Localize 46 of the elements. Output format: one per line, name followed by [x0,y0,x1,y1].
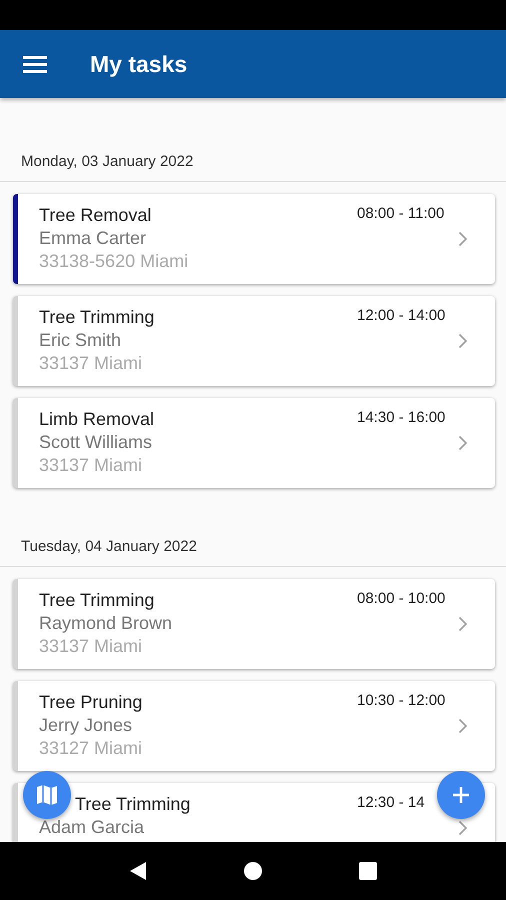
task-card[interactable]: Tree Trimming Eric Smith 33137 Miami 12:00 - 14:00 [13,296,495,386]
date-heading: Monday, 03 January 2022 [21,153,194,170]
task-address: 33137 Miami [39,635,144,658]
map-icon [35,783,59,807]
task-address: 33127 Miami [39,737,142,760]
task-time: 08:00 - 11:00 [357,205,444,222]
add-button[interactable] [437,771,485,819]
task-card[interactable]: Tree Trimming Adam Garcia 12:30 - 14 [13,783,495,842]
task-title: Tree Trimming [39,589,156,612]
chevron-right-icon [458,616,468,632]
plus-icon [452,786,470,804]
chevron-right-icon [458,820,468,836]
date-heading: Tuesday, 04 January 2022 [21,538,197,555]
chevron-right-icon [458,718,468,734]
customer-name: Eric Smith [39,329,122,352]
customer-name: Jerry Jones [39,714,134,737]
task-title: Tree Removal [39,204,152,227]
task-time: 10:30 - 12:00 [357,692,446,709]
chevron-right-icon [458,231,468,247]
task-title: Limb Removal [39,408,154,431]
task-address: 33137 Miami [39,454,144,477]
task-card[interactable]: Tree Trimming Raymond Brown 33137 Miami 08:00 - 10:00 [13,579,495,669]
customer-name: Adam Garcia [39,816,146,839]
page-title: My tasks [90,50,188,78]
task-time: 14:30 - 16:00 [357,409,446,426]
task-address: 33137 Miami [39,352,144,375]
task-card[interactable]: Tree Removal Emma Carter 33138-5620 Miami 08:00 - 11:00 [13,194,495,284]
task-time: 12:30 - 14 [357,794,425,811]
chevron-right-icon [458,435,468,451]
menu-icon[interactable] [23,55,47,73]
task-title: Tree Trimming [39,306,154,329]
task-title: Tree Trimming [74,793,190,816]
back-icon[interactable] [128,861,147,881]
customer-name: Raymond Brown [39,612,172,635]
home-icon[interactable] [244,862,262,880]
task-title: Tree Pruning [39,691,142,714]
task-address: 33138-5620 Miami [39,250,188,273]
customer-name: Scott Williams [39,431,154,454]
customer-name: Emma Carter [39,227,148,250]
task-time: 08:00 - 10:00 [357,590,446,607]
map-button[interactable] [23,771,71,819]
task-card[interactable]: Tree Pruning Jerry Jones 33127 Miami 10:30 - 12:00 [13,681,495,771]
chevron-right-icon [458,333,468,349]
task-card[interactable]: Limb Removal Scott Williams 33137 Miami 14:30 - 16:00 [13,398,495,488]
task-time: 12:00 - 14:00 [357,307,446,324]
recents-icon[interactable] [359,862,378,880]
